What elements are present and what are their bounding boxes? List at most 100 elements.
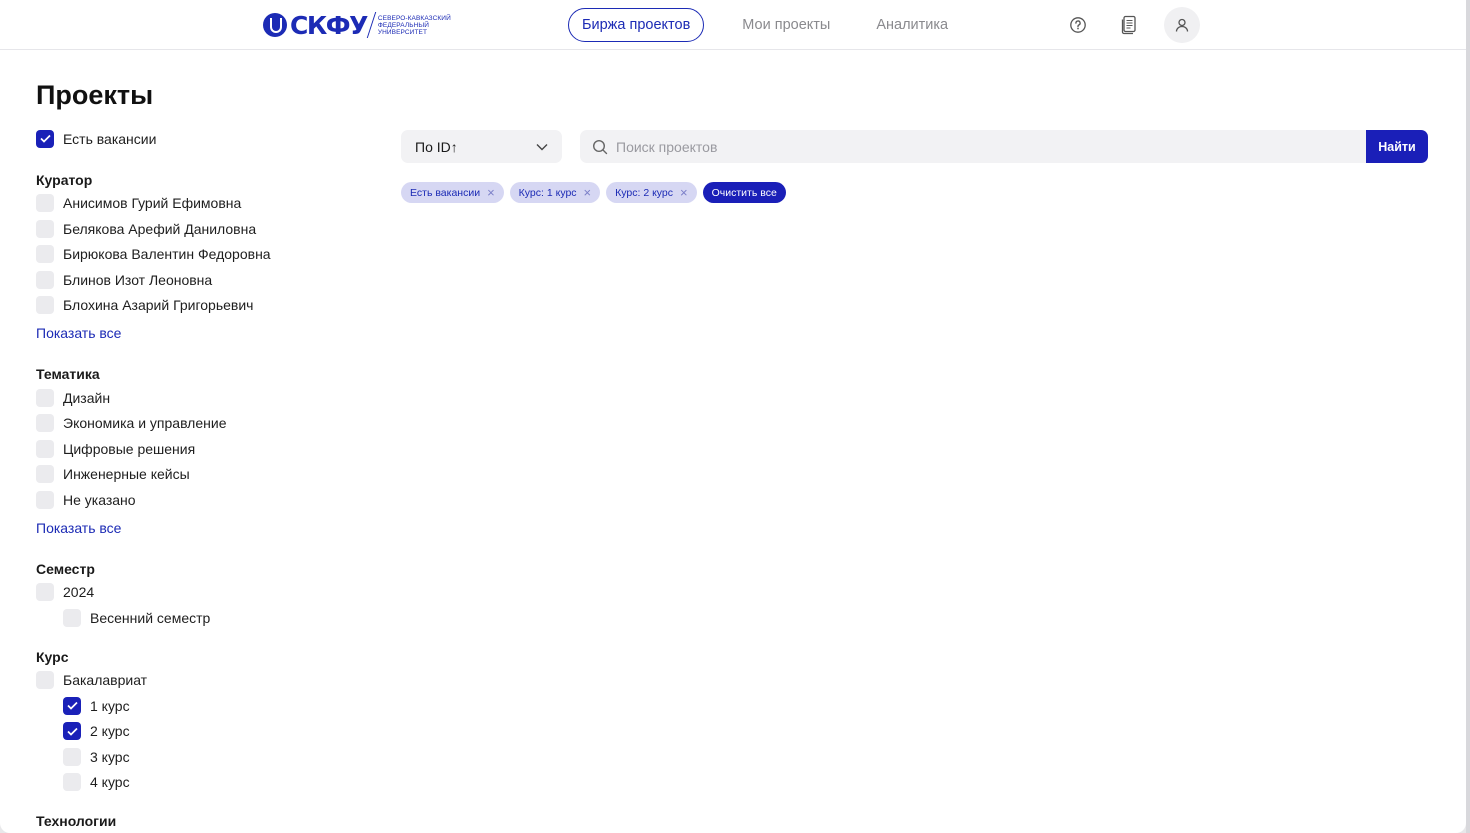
checkbox[interactable] bbox=[36, 583, 54, 602]
curator-group-title: Куратор bbox=[36, 171, 93, 188]
option-label: Блинов Изот Леоновна bbox=[63, 271, 213, 288]
clear-all-button[interactable]: Очистить все bbox=[702, 182, 786, 203]
option-label: Дизайн bbox=[63, 389, 111, 406]
option-label: 2 курс bbox=[90, 723, 130, 740]
chip-label: Курс: 1 курс bbox=[518, 186, 577, 199]
user-avatar[interactable] bbox=[1164, 7, 1200, 43]
logo[interactable]: СКФУ Северо-Кавказский федеральный униве… bbox=[263, 10, 454, 40]
page-title: Проекты bbox=[36, 80, 154, 110]
search-input[interactable]: Поиск проектов bbox=[580, 130, 1366, 163]
checkbox[interactable] bbox=[63, 608, 81, 627]
topic-option[interactable]: Дизайн bbox=[36, 385, 356, 411]
option-label: Бирюкова Валентин Федоровна bbox=[63, 246, 271, 263]
check-icon bbox=[66, 702, 78, 710]
curator-show-all-link[interactable]: Показать все bbox=[36, 318, 356, 348]
checkbox[interactable] bbox=[36, 296, 54, 315]
curator-option[interactable]: Блинов Изот Леоновна bbox=[36, 267, 356, 293]
filter-chip[interactable]: Есть вакансии × bbox=[401, 182, 504, 203]
search-placeholder: Поиск проектов bbox=[616, 138, 718, 155]
checkbox[interactable] bbox=[36, 439, 54, 458]
sort-select[interactable]: По ID↑ bbox=[401, 130, 562, 163]
topic-option[interactable]: Не указано bbox=[36, 487, 356, 513]
search-button[interactable]: Найти bbox=[1366, 130, 1428, 163]
curator-option[interactable]: Анисимов Гурий Ефимовна bbox=[36, 191, 356, 217]
logo-text: СКФУ bbox=[290, 10, 368, 40]
option-label: Белякова Арефий Даниловна bbox=[63, 220, 257, 237]
option-label: Инженерные кейсы bbox=[63, 466, 190, 483]
option-label: Экономика и управление bbox=[63, 415, 227, 432]
option-label: 3 курс bbox=[90, 748, 130, 765]
topic-option[interactable]: Цифровые решения bbox=[36, 436, 356, 462]
user-icon bbox=[1175, 18, 1189, 32]
chip-label: Есть вакансии bbox=[410, 186, 481, 199]
course-option[interactable]: 1 курс bbox=[36, 693, 356, 719]
option-label: Блохина Азарий Григорьевич bbox=[63, 297, 254, 314]
logo-mark-icon bbox=[263, 13, 287, 37]
help-icon[interactable] bbox=[1067, 14, 1089, 36]
semester-group-title: Семестр bbox=[36, 560, 95, 577]
close-icon[interactable]: × bbox=[584, 186, 592, 199]
checkbox[interactable] bbox=[36, 388, 54, 407]
option-label: 4 курс bbox=[90, 774, 130, 791]
filter-label: Есть вакансии bbox=[63, 130, 157, 147]
checkbox[interactable] bbox=[63, 773, 81, 792]
scrollbar[interactable] bbox=[1466, 0, 1470, 833]
topic-group-title: Тематика bbox=[36, 366, 100, 382]
course-level-option[interactable]: Бакалавриат bbox=[36, 668, 356, 694]
option-label: 2024 bbox=[63, 584, 95, 601]
course-group-title: Курс bbox=[36, 648, 69, 665]
sort-label: По ID↑ bbox=[415, 138, 458, 155]
course-option[interactable]: 4 курс bbox=[36, 770, 356, 796]
option-label: Бакалавриат bbox=[63, 672, 148, 689]
curator-option[interactable]: Белякова Арефий Даниловна bbox=[36, 216, 356, 242]
checkbox-checked[interactable] bbox=[63, 722, 81, 741]
option-label: Цифровые решения bbox=[63, 440, 196, 457]
tab-my-projects[interactable]: Мои проекты bbox=[729, 8, 843, 42]
checkbox-checked[interactable] bbox=[63, 696, 81, 715]
option-label: Не указано bbox=[63, 491, 136, 508]
checkbox[interactable] bbox=[36, 194, 54, 213]
checkbox[interactable] bbox=[36, 490, 54, 509]
checkbox[interactable] bbox=[36, 465, 54, 484]
check-icon bbox=[39, 135, 51, 143]
app-window: СКФУ Северо-Кавказский федеральный униве… bbox=[0, 0, 1466, 833]
close-icon[interactable]: × bbox=[487, 186, 495, 199]
option-label: Весенний семестр bbox=[90, 609, 211, 626]
curator-option[interactable]: Бирюкова Валентин Федоровна bbox=[36, 242, 356, 268]
main-nav: Биржа проектов Мои проекты Аналитика bbox=[568, 8, 980, 42]
documents-icon[interactable] bbox=[1118, 14, 1140, 36]
topic-option[interactable]: Экономика и управление bbox=[36, 411, 356, 437]
filter-chip[interactable]: Курс: 1 курс × bbox=[509, 182, 601, 203]
option-label: 1 курс bbox=[90, 697, 130, 714]
logo-divider bbox=[366, 12, 377, 38]
topic-option[interactable]: Инженерные кейсы bbox=[36, 462, 356, 488]
option-label: Анисимов Гурий Ефимовна bbox=[63, 195, 242, 212]
semester-sub-option[interactable]: Весенний семестр bbox=[36, 605, 356, 631]
checkbox[interactable] bbox=[63, 747, 81, 766]
checkbox[interactable] bbox=[36, 414, 54, 433]
course-option[interactable]: 3 курс bbox=[36, 744, 356, 770]
chevron-down-icon bbox=[536, 143, 548, 150]
filter-chip[interactable]: Курс: 2 курс × bbox=[606, 182, 697, 203]
filter-has-vacancies[interactable]: Есть вакансии bbox=[36, 126, 356, 152]
curator-option[interactable]: Блохина Азарий Григорьевич bbox=[36, 293, 356, 319]
chip-label: Курс: 2 курс bbox=[615, 186, 674, 199]
topic-show-all-link[interactable]: Показать все bbox=[36, 513, 356, 543]
checkbox[interactable] bbox=[36, 219, 54, 238]
checkbox-checked[interactable] bbox=[36, 129, 54, 148]
active-filter-chips: Есть вакансии × Курс: 1 курс × Курс: 2 кур… bbox=[401, 182, 792, 203]
tab-project-exchange[interactable]: Биржа проектов bbox=[568, 8, 705, 42]
tab-analytics[interactable]: Аналитика bbox=[863, 8, 961, 42]
semester-year-option[interactable]: 2024 bbox=[36, 580, 356, 606]
search-icon bbox=[592, 139, 608, 155]
logo-subtitle: Северо-Кавказский федеральный университе… bbox=[377, 14, 451, 36]
filters-sidebar: Есть вакансии Куратор Анисимов Гурий Ефи… bbox=[36, 126, 356, 832]
checkbox[interactable] bbox=[36, 671, 54, 690]
technologies-group-title: Технологии bbox=[36, 813, 117, 829]
checkbox[interactable] bbox=[36, 270, 54, 289]
top-header: СКФУ Северо-Кавказский федеральный униве… bbox=[0, 0, 1466, 50]
checkbox[interactable] bbox=[36, 245, 54, 264]
check-icon bbox=[66, 727, 78, 736]
close-icon[interactable]: × bbox=[680, 186, 688, 199]
course-option[interactable]: 2 курс bbox=[36, 719, 356, 745]
